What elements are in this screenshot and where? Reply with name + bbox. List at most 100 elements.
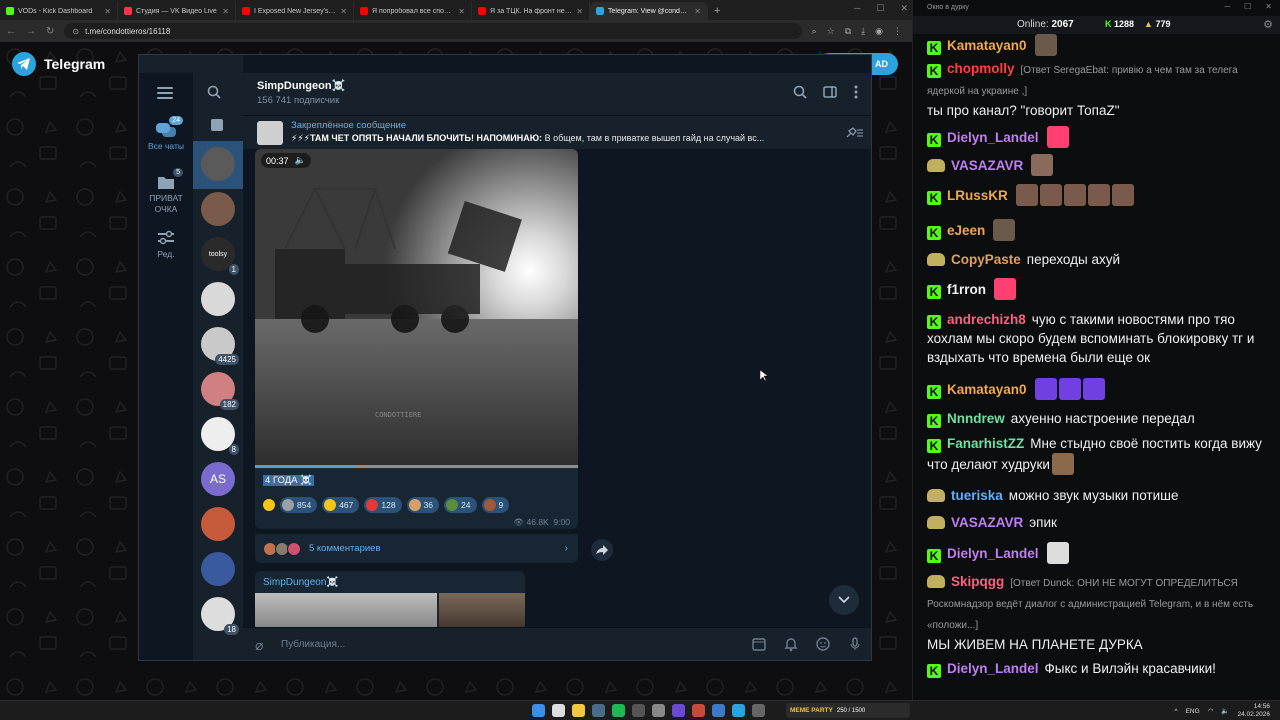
browser-tab[interactable]: Я за ТЦК. На фронт не хочу. С... ✕ bbox=[472, 2, 590, 20]
chat-avatar[interactable] bbox=[201, 282, 235, 316]
search-icon[interactable] bbox=[207, 85, 221, 104]
chat-username[interactable]: Dielyn_Landel bbox=[947, 130, 1039, 145]
taskbar-app-icon[interactable] bbox=[752, 704, 765, 717]
clock[interactable]: 14:56 24.02.2026 bbox=[1237, 703, 1270, 719]
chat-username[interactable]: VASAZAVR bbox=[951, 515, 1023, 530]
url-field[interactable]: ⊙ t.me/condottieros/16118 bbox=[64, 23, 802, 39]
video-progress-bar[interactable] bbox=[255, 465, 578, 468]
search-icon[interactable]: ⌕ bbox=[812, 26, 817, 37]
taskbar-app-icon[interactable] bbox=[652, 704, 665, 717]
sidebar-toggle-icon[interactable] bbox=[823, 85, 837, 104]
tab-close-icon[interactable]: ✕ bbox=[458, 7, 465, 16]
chat-username[interactable]: CopyPaste bbox=[951, 252, 1021, 267]
download-icon[interactable]: ⤓ bbox=[861, 26, 865, 37]
archive-icon[interactable] bbox=[211, 119, 223, 131]
post-image[interactable] bbox=[439, 593, 525, 631]
scroll-down-button[interactable] bbox=[829, 585, 859, 615]
maximize-icon[interactable]: ☐ bbox=[876, 3, 884, 14]
taskbar-app-icon[interactable] bbox=[612, 704, 625, 717]
tab-close-icon[interactable]: ✕ bbox=[694, 7, 701, 16]
reaction-chip[interactable]: 24 bbox=[444, 497, 477, 513]
reaction-chip[interactable]: 854 bbox=[280, 497, 318, 513]
wifi-icon[interactable]: ◠ bbox=[1208, 707, 1214, 715]
close-icon[interactable]: ✕ bbox=[900, 3, 908, 14]
mute-icon[interactable]: 🔈 bbox=[295, 155, 306, 166]
close-icon[interactable]: ✕ bbox=[1265, 2, 1272, 11]
attach-icon[interactable]: ⌀ bbox=[255, 637, 263, 654]
chat-avatar[interactable]: 18 bbox=[201, 597, 239, 635]
reaction-chip[interactable] bbox=[263, 497, 275, 513]
tab-close-icon[interactable]: ✕ bbox=[576, 7, 583, 16]
taskbar-app-icon[interactable] bbox=[532, 704, 545, 717]
taskbar-app-icon[interactable] bbox=[632, 704, 645, 717]
extensions-icon[interactable]: ⧉ bbox=[845, 26, 851, 37]
chat-avatar[interactable]: 4425 bbox=[201, 327, 239, 365]
tab-close-icon[interactable]: ✕ bbox=[104, 7, 111, 16]
taskbar-app-icon[interactable] bbox=[592, 704, 605, 717]
chat-username[interactable]: Nnndrew bbox=[947, 411, 1005, 426]
reaction-chip[interactable]: 9 bbox=[481, 497, 510, 513]
pin-list-icon[interactable] bbox=[845, 126, 863, 144]
taskbar-app-icon[interactable] bbox=[572, 704, 585, 717]
reload-icon[interactable]: ↻ bbox=[46, 26, 54, 37]
volume-icon[interactable]: 🔈 bbox=[1221, 707, 1229, 715]
hamburger-menu-icon[interactable] bbox=[157, 87, 173, 102]
forward-icon[interactable]: → bbox=[26, 26, 36, 37]
taskbar-app-icon[interactable] bbox=[692, 704, 705, 717]
post-image[interactable] bbox=[255, 593, 437, 631]
chat-avatar[interactable] bbox=[201, 192, 235, 226]
gear-icon[interactable]: ⚙ bbox=[1263, 18, 1273, 31]
more-options-icon[interactable] bbox=[853, 85, 859, 104]
video-player[interactable]: 00:37 🔈 CONDOTTIERE bbox=[255, 149, 578, 469]
minimize-icon[interactable]: ─ bbox=[854, 3, 860, 14]
browser-tab[interactable]: Студия — VK Видео Live ✕ bbox=[118, 2, 236, 20]
browser-tab[interactable]: Я попробовал все способы б... ✕ bbox=[354, 2, 472, 20]
comments-button[interactable]: 5 комментариев › bbox=[255, 533, 578, 563]
profile-icon[interactable]: ◉ bbox=[875, 26, 883, 37]
chat-username[interactable]: Dielyn_Landel bbox=[947, 546, 1039, 561]
chat-username[interactable]: andrechizh8 bbox=[947, 312, 1026, 327]
channel-name[interactable]: SimpDungeon☠️ bbox=[257, 79, 345, 92]
chat-username[interactable]: tueriska bbox=[951, 488, 1003, 503]
chat-avatar[interactable]: 182 bbox=[201, 372, 239, 410]
schedule-icon[interactable] bbox=[751, 636, 767, 657]
chat-username[interactable]: Skipqgg bbox=[951, 574, 1004, 589]
reaction-chip[interactable]: 36 bbox=[406, 497, 440, 513]
folder-edit[interactable]: Ред. bbox=[139, 229, 193, 259]
chat-avatar[interactable] bbox=[201, 552, 235, 586]
bell-icon[interactable] bbox=[783, 636, 799, 657]
chat-username[interactable]: LRussKR bbox=[947, 188, 1008, 203]
post-author[interactable]: SimpDungeon☠️ bbox=[263, 577, 339, 588]
chat-avatar[interactable] bbox=[201, 147, 235, 181]
site-info-icon[interactable]: ⊙ bbox=[72, 27, 79, 36]
chat-username[interactable]: Kamatayan0 bbox=[947, 382, 1027, 397]
tab-close-icon[interactable]: ✕ bbox=[222, 7, 229, 16]
folder-private[interactable]: 5 ПРИВАТ ОЧКА bbox=[139, 168, 193, 215]
chat-username[interactable]: Dielyn_Landel bbox=[947, 661, 1039, 676]
browser-tab[interactable]: I Exposed New Jersey's Jewish ✕ bbox=[236, 2, 354, 20]
menu-icon[interactable]: ⋮ bbox=[893, 26, 902, 37]
chat-avatar[interactable]: AS bbox=[201, 462, 235, 496]
emoji-icon[interactable] bbox=[815, 636, 831, 657]
maximize-icon[interactable]: ☐ bbox=[1244, 2, 1251, 11]
browser-tab[interactable]: Telegram: View @condottieros ✕ bbox=[590, 2, 708, 20]
share-button[interactable] bbox=[591, 539, 613, 561]
post-input[interactable]: Публикация... bbox=[281, 639, 345, 650]
chat-username[interactable]: FanarhistZZ bbox=[947, 436, 1024, 451]
folder-all-chats[interactable]: 24 Все чаты bbox=[139, 116, 193, 151]
microphone-icon[interactable] bbox=[847, 636, 863, 657]
new-tab-button[interactable]: + bbox=[708, 2, 726, 20]
taskbar-app-icon[interactable] bbox=[712, 704, 725, 717]
chat-username[interactable]: eJeen bbox=[947, 223, 985, 238]
chat-username[interactable]: f1rron bbox=[947, 282, 986, 297]
browser-tab[interactable]: VODs - Kick Dashboard ✕ bbox=[0, 2, 118, 20]
reaction-chip[interactable]: 128 bbox=[364, 497, 402, 513]
chat-avatar[interactable]: toolsy 1 bbox=[201, 237, 239, 275]
pinned-message-bar[interactable]: Закреплённое сообщение ⚡⚡⚡ТАМ ЧЕТ ОПЯТЬ … bbox=[243, 115, 871, 149]
taskbar-app-icon[interactable] bbox=[732, 704, 745, 717]
chat-username[interactable]: chopmolly bbox=[947, 61, 1015, 76]
taskbar-app-icon[interactable] bbox=[672, 704, 685, 717]
search-icon[interactable] bbox=[793, 85, 807, 104]
chat-username[interactable]: VASAZAVR bbox=[951, 158, 1023, 173]
tab-close-icon[interactable]: ✕ bbox=[340, 7, 347, 16]
